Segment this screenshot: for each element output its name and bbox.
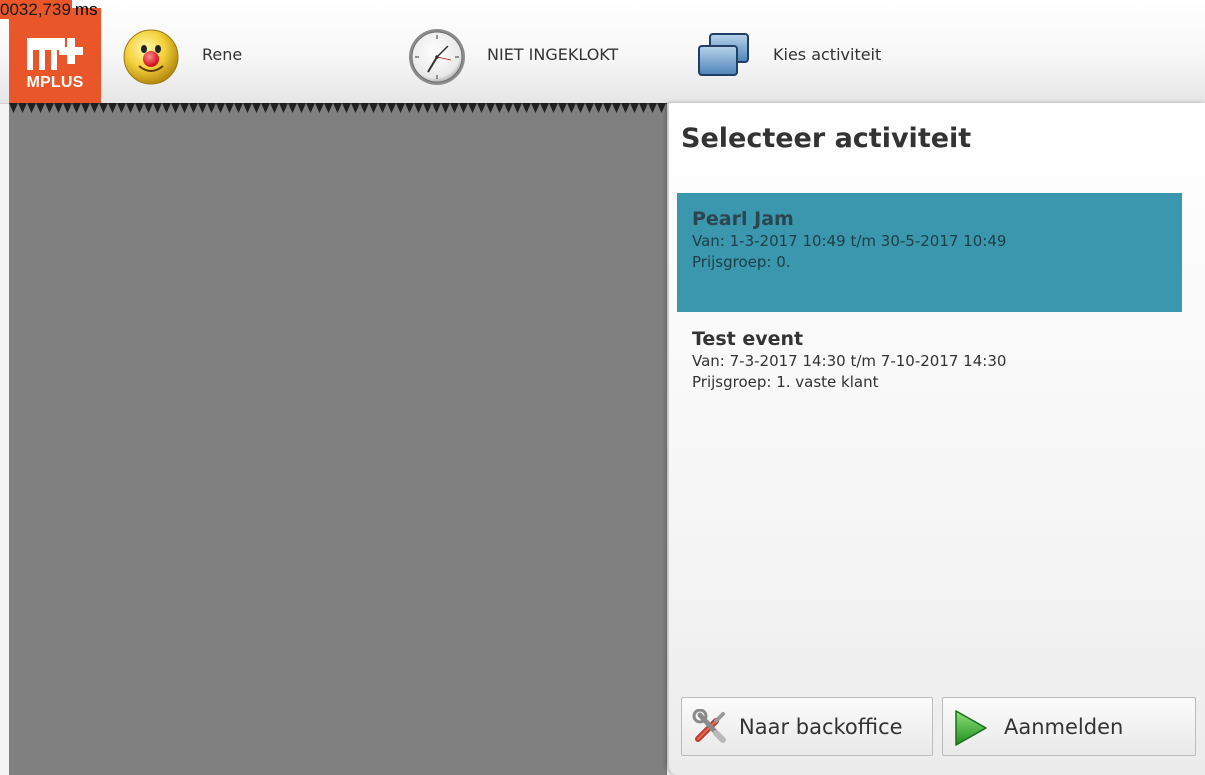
user-name: Rene xyxy=(202,45,243,64)
activity-price-group: Prijsgroep: 0. xyxy=(692,253,791,271)
activity-item-pearl-jam[interactable]: Pearl Jam Van: 1-3-2017 10:49 t/m 30-5-2… xyxy=(677,193,1182,312)
app-window: MPLUS 0032,739 ms Rene NIET INGEKLOKT Ki… xyxy=(0,0,1205,775)
logo-text: MPLUS xyxy=(26,74,84,91)
login-label: Aanmelden xyxy=(1004,715,1124,739)
activity-period: Van: 1-3-2017 10:49 t/m 30-5-2017 10:49 xyxy=(692,232,1007,250)
clock-status: NIET INGEKLOKT xyxy=(487,45,619,64)
backoffice-button[interactable]: Naar backoffice xyxy=(681,697,933,756)
activity-label[interactable]: Kies activiteit xyxy=(773,45,881,65)
receipt-zigzag-edge xyxy=(9,103,667,113)
activity-name: Pearl Jam xyxy=(692,208,794,230)
login-button[interactable]: Aanmelden xyxy=(942,697,1196,756)
backoffice-label: Naar backoffice xyxy=(739,715,903,739)
stacked-windows-icon[interactable] xyxy=(696,31,752,83)
mplus-logo[interactable]: MPLUS xyxy=(9,8,101,103)
clock-icon[interactable] xyxy=(407,27,467,91)
activity-panel: Selecteer activiteit Pearl Jam Van: 1-3-… xyxy=(668,103,1205,775)
timer-value: 0032,739 xyxy=(0,0,72,19)
timer-unit: ms xyxy=(74,0,98,19)
smiley-face-icon[interactable] xyxy=(122,28,180,90)
activity-name: Test event xyxy=(692,328,804,350)
mplus-logo-mark xyxy=(27,38,83,70)
activity-period: Van: 7-3-2017 14:30 t/m 7-10-2017 14:30 xyxy=(692,352,1007,370)
main-content-area xyxy=(9,103,667,775)
activity-price-group: Prijsgroep: 1. vaste klant xyxy=(692,373,879,391)
timer-readout: 0032,739 ms xyxy=(0,0,98,20)
panel-title: Selecteer activiteit xyxy=(681,123,972,154)
play-arrow-icon xyxy=(953,709,989,751)
top-bar: MPLUS 0032,739 ms Rene NIET INGEKLOKT Ki… xyxy=(0,0,1205,104)
activity-item-test-event[interactable]: Test event Van: 7-3-2017 14:30 t/m 7-10-… xyxy=(677,313,1182,423)
tools-icon xyxy=(692,708,728,749)
